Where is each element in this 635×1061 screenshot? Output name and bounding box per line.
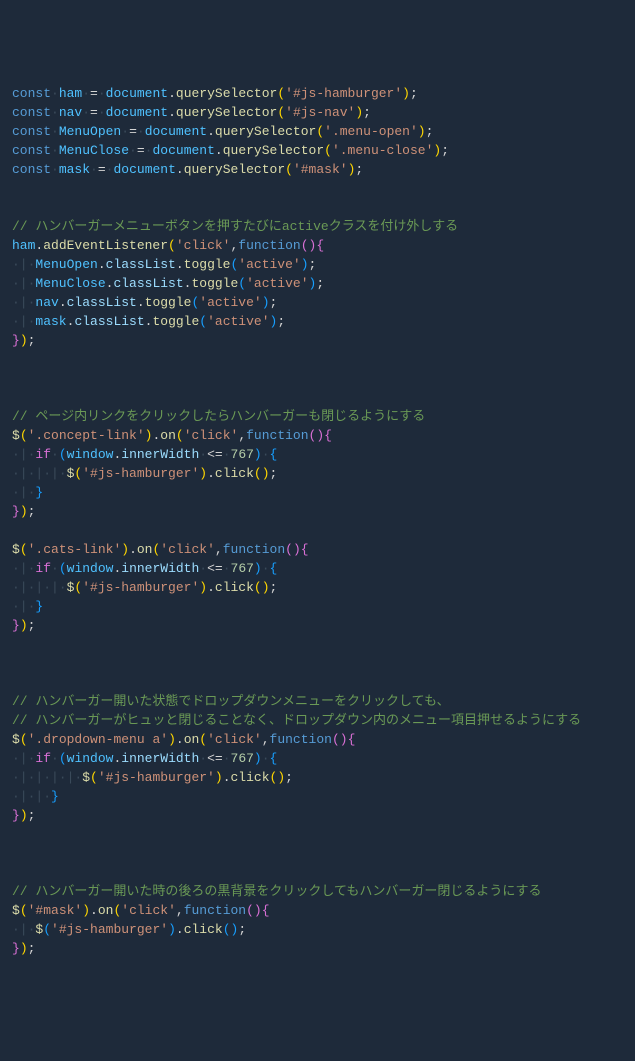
code-line: }); [12, 331, 623, 350]
code-line: ·|·if·(window.innerWidth·<=·767)·{ [12, 445, 623, 464]
comment-line: // ハンバーガー開いた時の後ろの黒背景をクリックしてもハンバーガー閉じるように… [12, 882, 623, 901]
code-line: ·|·} [12, 483, 623, 502]
comment-line: // ハンバーガーメニューボタンを押すたびにactiveクラスを付け外しする [12, 217, 623, 236]
code-line: $('.concept-link').on('click',function()… [12, 426, 623, 445]
code-line: $('#mask').on('click',function(){ [12, 901, 623, 920]
code-line: ·|·|·|·|·$('#js-hamburger').click(); [12, 768, 623, 787]
code-line: ·|·if·(window.innerWidth·<=·767)·{ [12, 559, 623, 578]
code-line: ·|·} [12, 597, 623, 616]
code-line: ·|·nav.classList.toggle('active'); [12, 293, 623, 312]
code-line: }); [12, 616, 623, 635]
code-line: ·|·mask.classList.toggle('active'); [12, 312, 623, 331]
code-line: $('.cats-link').on('click',function(){ [12, 540, 623, 559]
code-line: ·|·|·} [12, 787, 623, 806]
code-line: }); [12, 806, 623, 825]
code-editor-content[interactable]: const·ham·=·document.querySelector('#js-… [12, 84, 623, 958]
code-line: const·MenuOpen·=·document.querySelector(… [12, 122, 623, 141]
code-line: const·ham·=·document.querySelector('#js-… [12, 84, 623, 103]
comment-line: // ハンバーガー開いた状態でドロップダウンメニューをクリックしても、 [12, 692, 623, 711]
code-line: const·MenuClose·=·document.querySelector… [12, 141, 623, 160]
code-line: ·|·|·|·$('#js-hamburger').click(); [12, 578, 623, 597]
comment-line: // ハンバーガーがヒュッと閉じることなく、ドロップダウン内のメニュー項目押せる… [12, 711, 623, 730]
comment-line: // ページ内リンクをクリックしたらハンバーガーも閉じるようにする [12, 407, 623, 426]
code-line: ·|·MenuOpen.classList.toggle('active'); [12, 255, 623, 274]
code-line: ·|·|·|·$('#js-hamburger').click(); [12, 464, 623, 483]
code-line: ham.addEventListener('click',function(){ [12, 236, 623, 255]
code-line: $('.dropdown-menu a').on('click',functio… [12, 730, 623, 749]
code-line: }); [12, 502, 623, 521]
code-line: const·mask·=·document.querySelector('#ma… [12, 160, 623, 179]
code-line: ·|·MenuClose.classList.toggle('active'); [12, 274, 623, 293]
code-line: const·nav·=·document.querySelector('#js-… [12, 103, 623, 122]
code-line: ·|·if·(window.innerWidth·<=·767)·{ [12, 749, 623, 768]
code-line: }); [12, 939, 623, 958]
code-line: ·|·$('#js-hamburger').click(); [12, 920, 623, 939]
